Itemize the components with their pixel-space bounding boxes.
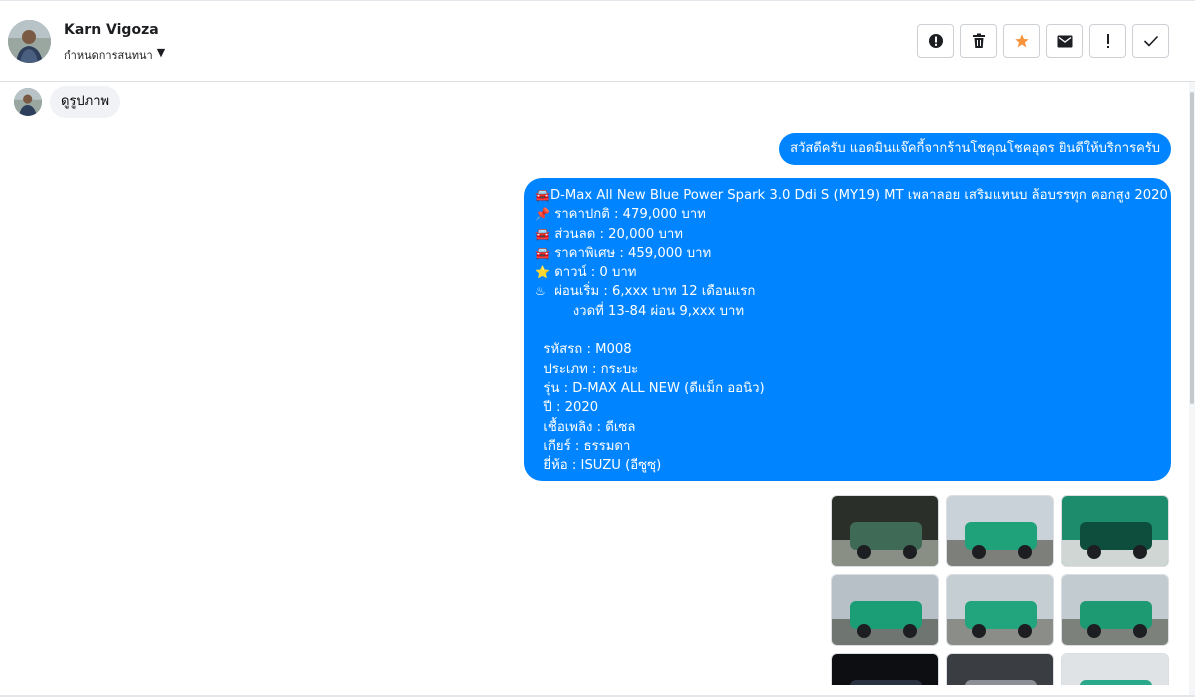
listing-line-text: ผ่อนเริ่ม : 6,xxx บาท 12 เดือนแรก: [550, 284, 756, 300]
action-toolbar: [917, 24, 1175, 58]
photo-truck-front-left[interactable]: [946, 495, 1054, 567]
caret-down-icon: ▼: [156, 46, 166, 59]
outgoing-message-greeting[interactable]: สวัสดีครับ แอดมินแจ๊คกี้จากร้านโชคุณโชคอ…: [779, 133, 1171, 165]
listing-line: ประเภท : กระบะ: [535, 360, 1160, 379]
listing-line-text: เชื้อเพลิง : ดีเซล: [535, 419, 636, 435]
listing-line-text: ปี : 2020: [535, 400, 599, 416]
listing-line: รุ่น : D-MAX ALL NEW (ดีแม็ก ออนิว): [535, 379, 1160, 398]
contact-avatar[interactable]: [8, 20, 51, 63]
mark-spam-button[interactable]: [917, 24, 954, 58]
emoji-icon: 🚘: [535, 188, 550, 202]
listing-line-text: เกียร์ : ธรรมดา: [535, 438, 631, 454]
listing-line-text: D-Max All New Blue Power Spark 3.0 Ddi S…: [550, 188, 1168, 203]
conversation-status-select[interactable]: กำหนดการสนทนา ▼: [64, 46, 165, 62]
scrollbar-thumb[interactable]: [1190, 92, 1194, 404]
photo-truck-rear[interactable]: [1061, 574, 1169, 646]
conversation-status-label: กำหนดการสนทนา: [64, 49, 153, 62]
emoji-icon: 🚘: [535, 245, 550, 260]
listing-line: งวดที่ 13-84 ผ่อน 9,xxx บาท: [535, 302, 1160, 321]
outgoing-message-listing[interactable]: 🚘D-Max All New Blue Power Spark 3.0 Ddi …: [524, 178, 1171, 481]
incoming-message[interactable]: ดูรูปภาพ: [50, 86, 121, 118]
trash-icon: [972, 33, 985, 48]
emoji-icon: 🚘: [535, 226, 550, 241]
emoji-icon: ♨: [535, 284, 546, 299]
listing-line-text: ประเภท : กระบะ: [535, 361, 639, 377]
listing-line: 📌 ราคาปกติ : 479,000 บาท: [535, 205, 1160, 224]
mark-important-button[interactable]: [1089, 24, 1126, 58]
listing-line: 🚘D-Max All New Blue Power Spark 3.0 Ddi …: [535, 186, 1168, 205]
check-icon: [1143, 35, 1158, 47]
listing-line: เชื้อเพลิง : ดีเซล: [535, 418, 1160, 437]
photo-gallery: [831, 495, 1171, 685]
photo-truck-side[interactable]: [946, 574, 1054, 646]
alert-circle-icon: [928, 34, 943, 48]
star-icon: [1014, 34, 1029, 48]
emoji-icon: 📌: [535, 207, 550, 222]
listing-line: ♨ ผ่อนเริ่ม : 6,xxx บาท 12 เดือนแรก: [535, 282, 1160, 301]
mark-unread-button[interactable]: [1046, 24, 1083, 58]
listing-line-text: ราคาพิเศษ : 459,000 บาท: [550, 245, 712, 261]
listing-line-text: รหัสรถ : M008: [535, 342, 632, 358]
photo-engine-bay[interactable]: [831, 495, 939, 567]
sender-avatar: [14, 88, 42, 116]
listing-line: ⭐ ดาวน์ : 0 บาท: [535, 263, 1160, 282]
exclamation-icon: [1106, 34, 1109, 48]
star-button[interactable]: [1003, 24, 1040, 58]
listing-line-text: ราคาปกติ : 479,000 บาท: [550, 207, 706, 223]
conversation-header: Karn Vigoza กำหนดการสนทนา ▼: [0, 1, 1195, 82]
listing-line: เกียร์ : ธรรมดา: [535, 437, 1160, 456]
emoji-icon: ⭐: [535, 265, 550, 280]
listing-line: ยี่ห้อ : ISUZU (อีซูซุ): [535, 456, 1160, 475]
listing-line-text: งวดที่ 13-84 ผ่อน 9,xxx บาท: [535, 303, 745, 319]
listing-line: 🚘 ส่วนลด : 20,000 บาท: [535, 225, 1160, 244]
contact-name[interactable]: Karn Vigoza: [64, 22, 159, 38]
listing-line: ปี : 2020: [535, 398, 1160, 417]
photo-truck-front[interactable]: [831, 574, 939, 646]
listing-line-text: ส่วนลด : 20,000 บาท: [550, 226, 683, 242]
photo-headlight-closeup[interactable]: [1061, 495, 1169, 567]
listing-line: 🚘 ราคาพิเศษ : 459,000 บาท: [535, 244, 1160, 263]
mark-done-button[interactable]: [1132, 24, 1169, 58]
mail-icon: [1057, 35, 1072, 47]
listing-line-text: ยี่ห้อ : ISUZU (อีซูซุ): [535, 458, 662, 474]
listing-line: รหัสรถ : M008: [535, 340, 1160, 359]
listing-line: [535, 321, 1160, 340]
photo-interior[interactable]: [1061, 653, 1169, 685]
photo-console[interactable]: [946, 653, 1054, 685]
photo-dashboard[interactable]: [831, 653, 939, 685]
delete-button[interactable]: [960, 24, 997, 58]
listing-line-text: ดาวน์ : 0 บาท: [550, 265, 637, 281]
listing-line-text: รุ่น : D-MAX ALL NEW (ดีแม็ก ออนิว): [535, 380, 765, 396]
